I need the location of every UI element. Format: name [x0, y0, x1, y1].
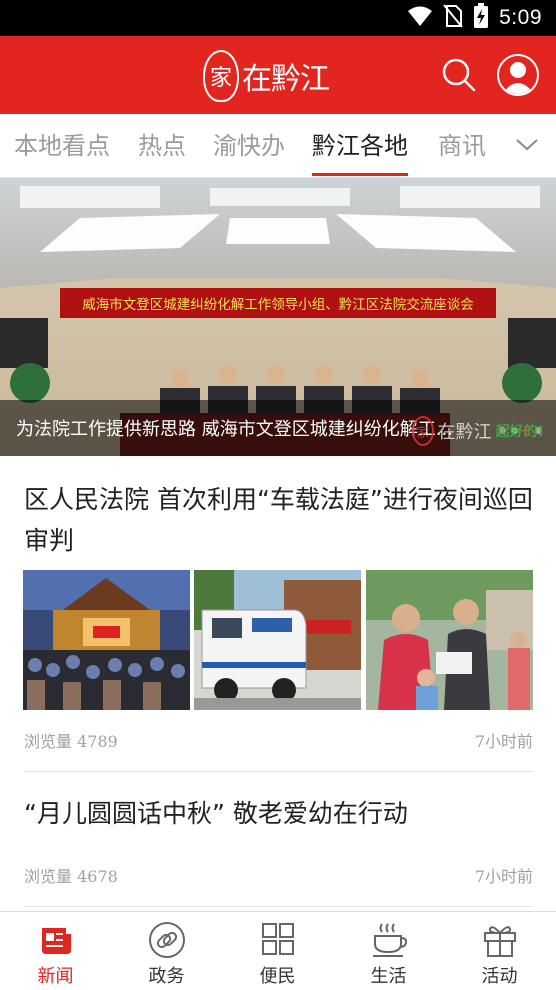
nav-label: 新闻 — [37, 966, 74, 987]
article-meta: 浏览量 4789 7小时前 — [24, 728, 533, 751]
banner-watermark: 家 在黔江 起好的! — [411, 416, 544, 446]
thumbnail-mobile-court-van — [194, 570, 361, 710]
divider — [24, 906, 533, 907]
banner-carousel[interactable]: 威海市文登区城建纠纷化解工作领导小组、黔江区法院交流座谈会 为法院工作提供新思路… — [0, 178, 556, 456]
news-icon — [42, 928, 71, 954]
article-thumbnails[interactable] — [23, 570, 534, 710]
nav-news[interactable]: 新闻 — [0, 912, 111, 990]
wifi-icon — [407, 5, 433, 31]
app-header: 家 在黔江 — [0, 36, 556, 114]
user-profile-button[interactable] — [497, 54, 539, 96]
thumbnail-night-trial — [23, 570, 190, 710]
tab-yukuaiban[interactable]: 渝快办 — [213, 114, 285, 178]
nav-government[interactable]: 政务 — [111, 912, 222, 990]
tab-business-news[interactable]: 商讯 — [438, 114, 486, 178]
publish-time: 7小时前 — [474, 867, 533, 886]
watermark-badge: 家 — [411, 416, 434, 446]
nav-label: 活动 — [481, 966, 518, 987]
coffee-cup-icon — [373, 923, 408, 957]
article-title[interactable]: 区人民法院 首次利用“车载法庭”进行夜间巡回审判 — [24, 479, 534, 561]
nav-activities[interactable]: 活动 — [444, 912, 555, 990]
search-button[interactable] — [440, 56, 478, 94]
tab-hot[interactable]: 热点 — [138, 114, 186, 178]
nav-convenience[interactable]: 便民 — [222, 912, 333, 990]
grid-icon — [262, 923, 294, 955]
watermark-text: 在黔江 — [437, 422, 492, 443]
category-tab-bar: 本地看点 热点 渝快办 黔江各地 商讯 — [0, 114, 556, 178]
gift-icon — [484, 926, 516, 957]
nav-life[interactable]: 生活 — [333, 912, 444, 990]
nav-label: 政务 — [148, 966, 185, 987]
tabs-more-button[interactable] — [512, 130, 542, 160]
user-icon — [502, 62, 534, 94]
tab-qianjiang-local[interactable]: 黔江各地 — [312, 114, 408, 178]
banner-meeting-sign: 威海市文登区城建纠纷化解工作领导小组、黔江区法院交流座谈会 — [82, 296, 474, 313]
tab-local-highlights[interactable]: 本地看点 — [14, 114, 110, 178]
logo-text: 在黔江 — [242, 62, 330, 97]
view-count: 浏览量 4678 — [24, 867, 118, 886]
status-bar: 5:09 — [0, 0, 556, 36]
no-sim-icon — [443, 4, 463, 32]
battery-charging-icon — [473, 3, 489, 33]
thumbnail-court-visit — [366, 570, 533, 710]
banner-caption: 为法院工作提供新思路 威海市文登区城建纠纷化解工... — [16, 419, 453, 440]
article-meta: 浏览量 4678 7小时前 — [24, 863, 533, 886]
status-time: 5:09 — [499, 6, 542, 29]
publish-time: 7小时前 — [474, 732, 533, 751]
logo-badge: 家 — [203, 50, 239, 102]
nav-label: 生活 — [370, 966, 407, 987]
search-icon — [442, 58, 476, 92]
view-count: 浏览量 4789 — [24, 732, 118, 751]
divider — [24, 771, 533, 772]
article-title[interactable]: “月儿圆圆话中秋” 敬老爱幼在行动 — [24, 793, 534, 834]
nav-label: 便民 — [259, 966, 296, 987]
link-icon — [149, 922, 185, 958]
bottom-navigation: 新闻 政务 便民 生活 活动 — [0, 911, 556, 990]
watermark-slogan: 起好的! — [495, 424, 544, 440]
chevron-down-icon — [516, 139, 538, 151]
status-icons: 5:09 — [407, 0, 542, 36]
app-logo: 家 在黔江 — [203, 48, 330, 104]
